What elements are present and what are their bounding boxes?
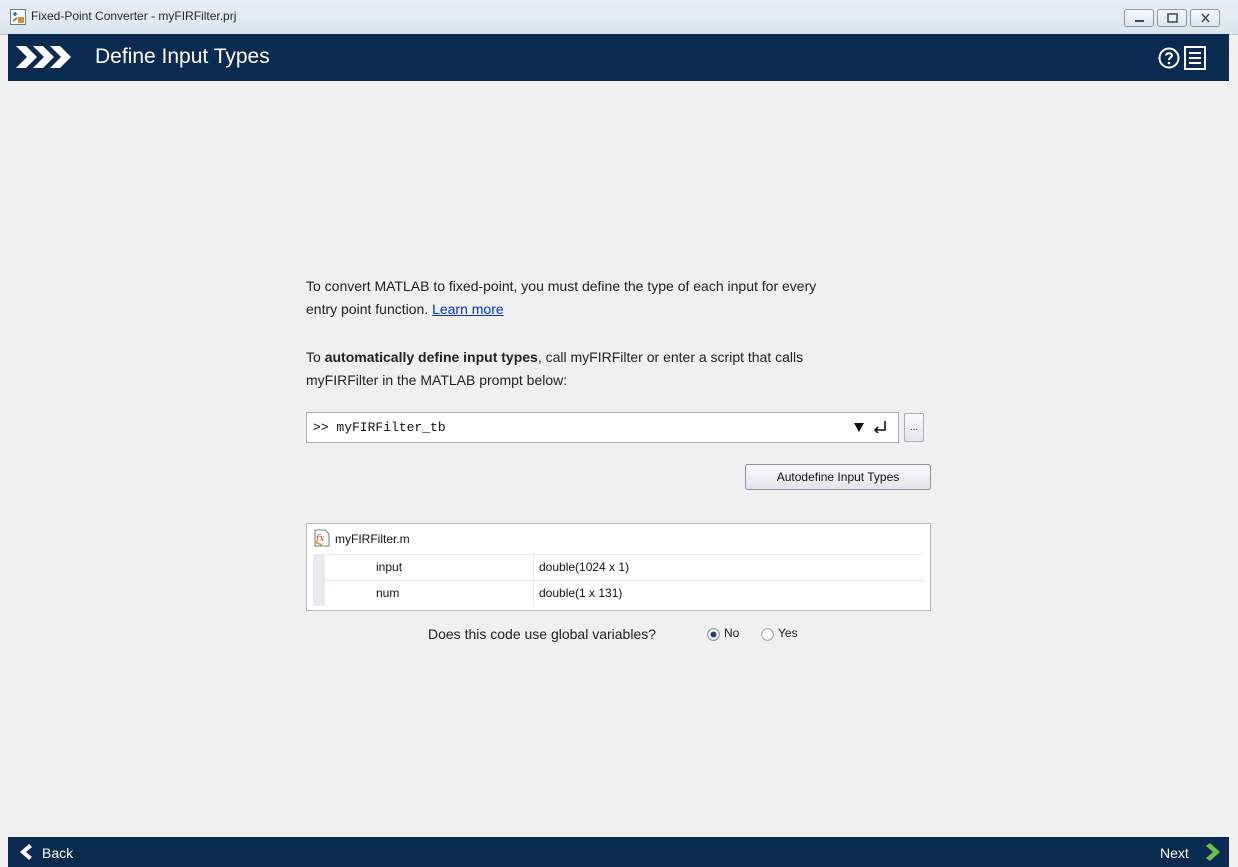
window-title: Fixed-Point Converter - myFIRFilter.prj bbox=[31, 9, 237, 23]
intro-line-2: entry point function. Learn more bbox=[306, 298, 926, 321]
maximize-button[interactable] bbox=[1157, 9, 1187, 27]
input-row[interactable]: num double(1 x 131) bbox=[313, 580, 924, 606]
app-icon bbox=[10, 9, 26, 25]
intro-text: To convert MATLAB to fixed-point, you mu… bbox=[306, 275, 926, 321]
close-icon bbox=[1201, 13, 1210, 23]
auto-suffix: , call myFIRFilter or enter a script tha… bbox=[537, 349, 804, 365]
auto-line-1: To automatically define input types, cal… bbox=[306, 346, 926, 369]
matlab-function-file-icon: fx bbox=[314, 529, 330, 547]
global-variables-question: Does this code use global variables? bbox=[428, 626, 657, 642]
input-row[interactable]: input double(1024 x 1) bbox=[313, 554, 924, 580]
close-window-button[interactable] bbox=[1190, 9, 1220, 27]
page-header: Define Input Types bbox=[8, 34, 1229, 81]
row-gutter bbox=[313, 555, 325, 580]
app-window: Fixed-Point Converter - myFIRFilter.prj … bbox=[0, 0, 1238, 867]
menu-icon[interactable] bbox=[1184, 46, 1206, 70]
browse-button[interactable]: ... bbox=[904, 413, 924, 442]
minimize-button[interactable] bbox=[1124, 9, 1154, 27]
input-type[interactable]: double(1 x 131) bbox=[539, 586, 622, 600]
footer-nav: Back Next bbox=[8, 837, 1229, 867]
row-gutter bbox=[313, 581, 325, 606]
back-chevron-icon[interactable] bbox=[18, 844, 32, 860]
title-bar: Fixed-Point Converter - myFIRFilter.prj bbox=[0, 0, 1238, 35]
back-button[interactable]: Back bbox=[42, 845, 73, 861]
input-type[interactable]: double(1024 x 1) bbox=[539, 560, 629, 574]
prompt-value: >> myFIRFilter_tb bbox=[313, 420, 446, 435]
intro-line-2-text: entry point function. bbox=[306, 301, 433, 317]
column-divider bbox=[533, 581, 534, 606]
function-file-name: myFIRFilter.m bbox=[335, 532, 410, 546]
next-button[interactable]: Next bbox=[1160, 845, 1189, 861]
function-header: fx myFIRFilter.m bbox=[307, 524, 930, 554]
input-name: num bbox=[376, 586, 400, 600]
help-icon[interactable] bbox=[1158, 47, 1180, 69]
dropdown-arrow-icon[interactable] bbox=[854, 423, 864, 432]
main-content: To convert MATLAB to fixed-point, you mu… bbox=[8, 81, 1229, 837]
radio-no-label[interactable]: No bbox=[724, 626, 739, 640]
workflow-chevrons-icon bbox=[16, 46, 71, 68]
auto-bold-text: automatically define input types bbox=[324, 349, 538, 365]
radio-no[interactable] bbox=[707, 628, 720, 641]
maximize-icon bbox=[1167, 13, 1178, 23]
column-divider bbox=[533, 555, 534, 580]
next-chevron-icon[interactable] bbox=[1206, 843, 1222, 861]
auto-prefix: To bbox=[306, 349, 325, 365]
page-title: Define Input Types bbox=[95, 45, 270, 68]
input-name: input bbox=[376, 560, 403, 574]
auto-define-text: To automatically define input types, cal… bbox=[306, 346, 926, 392]
enter-icon[interactable] bbox=[873, 421, 887, 433]
matlab-prompt-input[interactable]: >> myFIRFilter_tb bbox=[306, 412, 899, 443]
autodefine-input-types-button[interactable]: Autodefine Input Types bbox=[745, 464, 931, 490]
radio-yes-label[interactable]: Yes bbox=[778, 626, 798, 640]
auto-line-2: myFIRFilter in the MATLAB prompt below: bbox=[306, 372, 568, 388]
intro-line-1: To convert MATLAB to fixed-point, you mu… bbox=[306, 278, 817, 294]
learn-more-link[interactable]: Learn more bbox=[432, 301, 504, 317]
radio-yes[interactable] bbox=[761, 628, 774, 641]
minimize-icon bbox=[1135, 20, 1144, 22]
function-inputs-panel: fx myFIRFilter.m input double(1024 x 1) … bbox=[306, 523, 931, 611]
